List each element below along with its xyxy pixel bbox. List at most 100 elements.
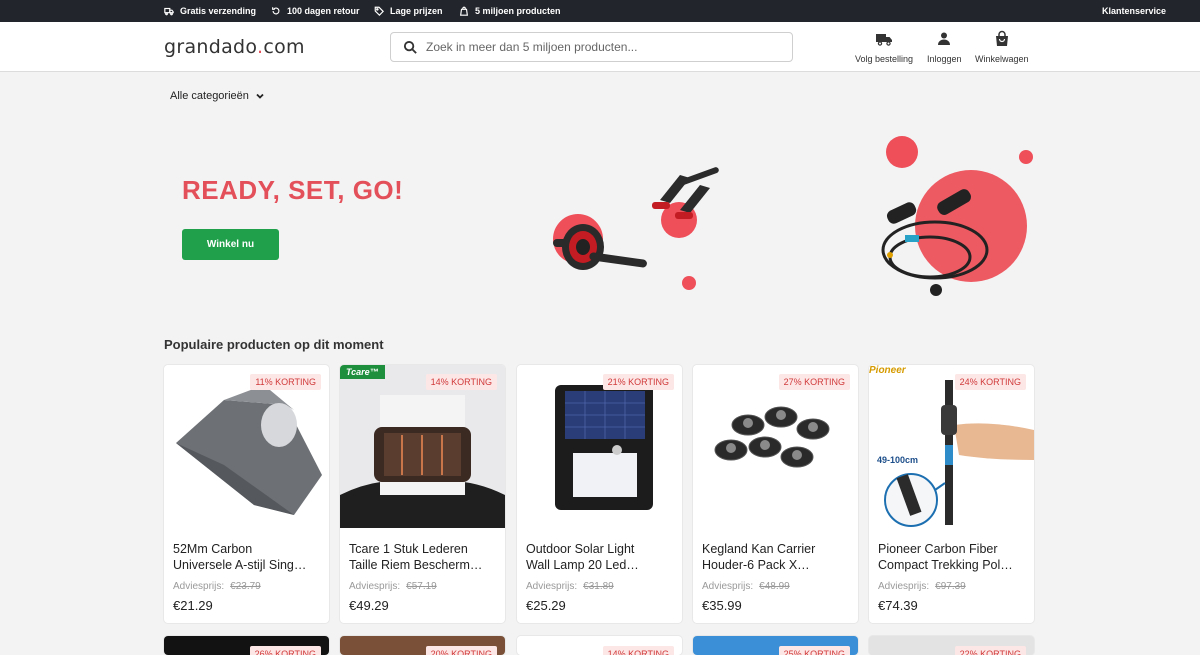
product-card[interactable]: Pioneer 49-100cm 24% KORTING Pioneer Car… — [869, 365, 1034, 623]
discount-badge: 26% KORTING — [249, 646, 321, 655]
rrp: Adviesprijs: €97.39 — [878, 581, 966, 592]
usp-returns: 100 dagen retour — [271, 0, 360, 22]
product-card[interactable]: 14% KORTING — [517, 636, 682, 655]
hero-title: READY, SET, GO! — [182, 175, 404, 205]
usp-free-shipping: Gratis verzending — [164, 0, 256, 22]
rrp: Adviesprijs: €57.19 — [349, 581, 437, 592]
categories-label: Alle categorieën — [170, 90, 249, 102]
price-tag-icon — [374, 6, 384, 16]
customer-service-label: Klantenservice — [1101, 6, 1166, 16]
top-bar: Gratis verzending 100 dagen retour Lage … — [0, 0, 1200, 22]
decor-circle — [915, 170, 1027, 282]
product-name[interactable]: Kegland Kan Carrier Houder-6 Pack X… — [702, 541, 852, 573]
header: grandado.com Volg bestelling Inloggen Wi… — [0, 22, 1200, 72]
truck-icon — [876, 34, 893, 46]
product-card[interactable]: 25% KORTING — [693, 636, 858, 655]
dimension-label: 49-100cm — [877, 455, 919, 465]
product-name-line: Outdoor Solar Light — [526, 542, 635, 556]
product-card[interactable]: Tcare™ 14% KORTING Tcare 1 Stuk Lederen T… — [340, 365, 505, 623]
customer-service-link[interactable]: Klantenservice — [970, 0, 1166, 22]
price: €49.29 — [349, 598, 389, 613]
search-icon — [403, 40, 417, 54]
rrp-label: Adviesprijs: — [878, 581, 930, 592]
product-name-line: Houder-6 Pack X… — [702, 558, 810, 572]
user-icon — [938, 32, 951, 45]
push-up-bars-icon — [652, 167, 719, 219]
track-order-button[interactable]: Volg bestelling — [855, 30, 913, 64]
product-name-line: Wall Lamp 20 Led… — [526, 558, 639, 572]
rrp-value: €31.89 — [583, 581, 614, 592]
hero-fitness-image — [553, 136, 1033, 296]
product-name[interactable]: Outdoor Solar Light Wall Lamp 20 Led… — [526, 541, 676, 573]
all-categories-dropdown[interactable]: Alle categorieën — [170, 90, 265, 102]
brand-logo: Pioneer — [869, 365, 906, 376]
usp-label: 5 miljoen producten — [475, 6, 561, 16]
product-card[interactable]: 22% KORTING — [869, 636, 1034, 655]
rrp: Adviesprijs: €31.89 — [526, 581, 614, 592]
chevron-down-icon — [256, 93, 264, 99]
usp-label: Lage prijzen — [390, 6, 443, 16]
decor-circle — [886, 136, 918, 168]
discount-badge: 20% KORTING — [425, 646, 497, 655]
product-name-line: Kegland Kan Carrier — [702, 542, 816, 556]
product-name[interactable]: Pioneer Carbon Fiber Compact Trekking Pol… — [878, 541, 1028, 573]
logo[interactable]: grandado.com — [164, 36, 305, 58]
rrp-label: Adviesprijs: — [526, 581, 578, 592]
shop-now-button[interactable]: Winkel nu — [182, 229, 279, 260]
return-icon — [272, 7, 280, 15]
product-name-line: Pioneer Carbon Fiber — [878, 542, 998, 556]
discount-badge: 24% KORTING — [954, 374, 1026, 390]
rrp: Adviesprijs: €23.79 — [173, 581, 261, 592]
cart-button[interactable]: Winkelwagen — [975, 30, 1029, 64]
product-card[interactable]: 27% KORTING Kegland Kan Carrier Houder-6 … — [693, 365, 858, 623]
rrp-label: Adviesprijs: — [349, 581, 401, 592]
discount-badge: 27% KORTING — [778, 374, 850, 390]
cart-label: Winkelwagen — [975, 54, 1029, 64]
rrp: Adviesprijs: €48.99 — [702, 581, 790, 592]
login-label: Inloggen — [927, 54, 962, 64]
rrp-label: Adviesprijs: — [702, 581, 754, 592]
product-card[interactable]: 20% KORTING — [340, 636, 505, 655]
product-card[interactable]: 21% KORTING Outdoor Solar Light Wall Lamp… — [517, 365, 682, 623]
product-name[interactable]: Tcare 1 Stuk Lederen Taille Riem Bescherm… — [349, 541, 499, 573]
usp-label: 100 dagen retour — [287, 6, 360, 16]
usp-products: 5 miljoen producten — [459, 0, 561, 22]
decor-circle — [682, 276, 696, 290]
product-name-line: 52Mm Carbon — [173, 542, 253, 556]
rrp-value: €57.19 — [406, 581, 437, 592]
search-box[interactable] — [390, 32, 793, 62]
discount-badge: 25% KORTING — [778, 646, 850, 655]
logo-tld: com — [263, 36, 305, 58]
product-name-line: Tcare 1 Stuk Lederen — [349, 542, 468, 556]
rrp-value: €48.99 — [759, 581, 790, 592]
discount-badge: 14% KORTING — [602, 646, 674, 655]
product-name[interactable]: 52Mm Carbon Universele A-stijl Sing… — [173, 541, 323, 573]
discount-badge: 11% KORTING — [250, 374, 321, 390]
discount-badge: 21% KORTING — [602, 374, 674, 390]
logo-text: grandado — [164, 36, 258, 58]
product-name-line: Taille Riem Bescherm… — [349, 558, 483, 572]
product-card[interactable]: 11% KORTING 52Mm Carbon Universele A-stij… — [164, 365, 329, 623]
rrp-value: €97.39 — [935, 581, 966, 592]
truck-icon — [164, 7, 174, 16]
rrp-value: €23.79 — [230, 581, 261, 592]
section-title: Populaire producten op dit moment — [164, 337, 384, 352]
usp-label: Gratis verzending — [180, 6, 257, 16]
product-name-line: Universele A-stijl Sing… — [173, 558, 307, 572]
bag-icon — [459, 6, 469, 16]
discount-badge: 22% KORTING — [954, 646, 1026, 655]
rrp-label: Adviesprijs: — [173, 581, 225, 592]
price: €35.99 — [702, 598, 742, 613]
login-button[interactable]: Inloggen — [927, 30, 962, 64]
discount-badge: 14% KORTING — [425, 374, 497, 390]
product-name-line: Compact Trekking Pol… — [878, 558, 1013, 572]
decor-circle — [1019, 150, 1033, 164]
usp-low-prices: Lage prijzen — [374, 0, 443, 22]
price: €74.39 — [878, 598, 918, 613]
product-card[interactable]: 26% KORTING — [164, 636, 329, 655]
shopping-bag-icon — [995, 30, 1008, 46]
brand-tag: Tcare™ — [340, 365, 385, 379]
track-order-label: Volg bestelling — [855, 54, 914, 64]
search-input[interactable] — [426, 40, 766, 54]
price: €21.29 — [173, 598, 213, 613]
